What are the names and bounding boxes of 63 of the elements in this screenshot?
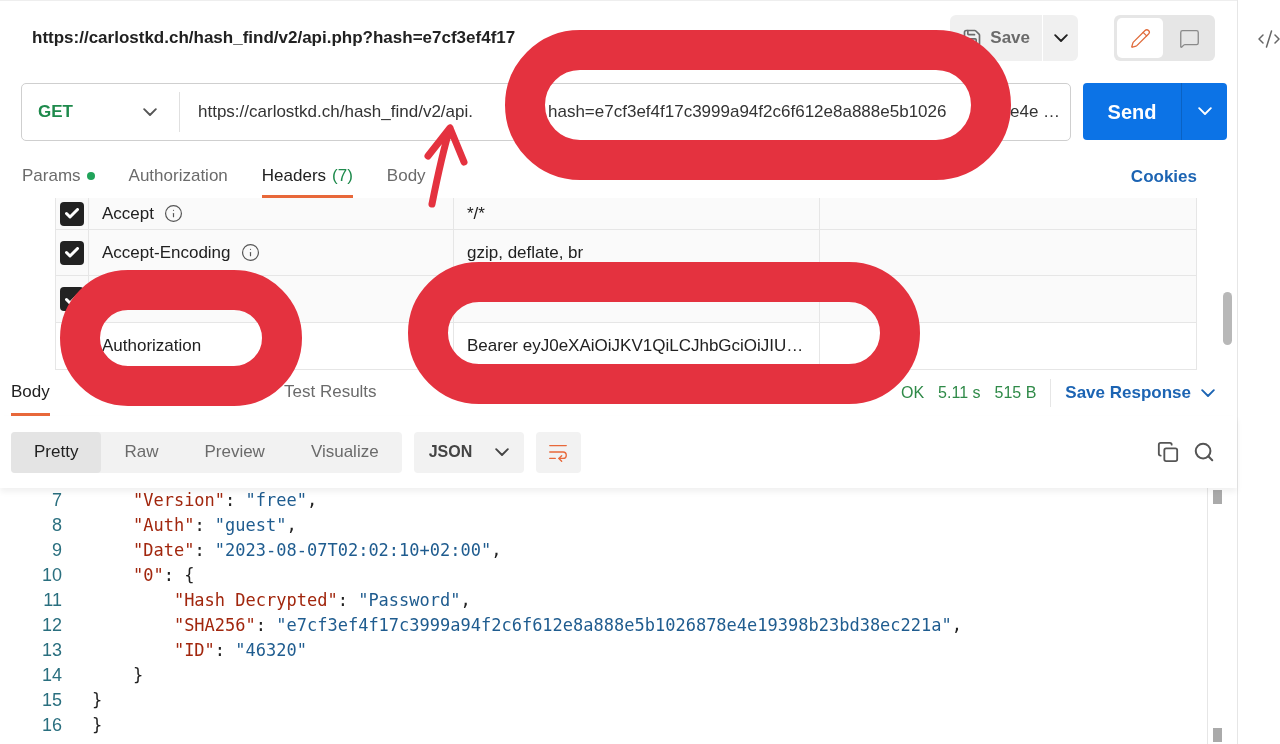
line-number: 10 [40,564,62,587]
header-checkbox[interactable] [60,201,84,226]
line-number: 7 [51,489,62,512]
line-number: 15 [40,689,62,712]
url-input[interactable]: https://carlostkd.ch/hash_find/v2/api. hash=e7cf3ef4f17c3999a94f2c6f612e8a888e5b1026 e4e … [180,99,1070,125]
code-line: } [131,664,144,687]
line-number: 14 [40,664,62,687]
wrap-button[interactable] [535,431,581,473]
format-dropdown[interactable]: JSON [413,431,524,473]
code-line: } [92,689,103,712]
search-icon[interactable] [1193,441,1215,463]
edit-mode-button[interactable] [1117,18,1163,58]
code-icon[interactable] [1257,27,1280,51]
caret-icon [143,107,157,117]
header-checkbox[interactable] [60,240,84,265]
header-key: Authorization [102,333,202,359]
caret-icon [1197,107,1212,116]
header-key: Accept [102,200,154,227]
caret-icon [494,447,509,457]
response-tab[interactable]: Test Results [284,370,377,416]
view-tab[interactable]: Pretty [11,431,102,473]
code-line: "Version": "free", [131,489,318,512]
code-line: "Date": "2023-08-07T02:02:10+02:00", [131,539,502,562]
line-number: 9 [51,539,62,562]
request-title: https://carlostkd.ch/hash_find/v2/api.php?hash=e7cf3ef4f17 [32,27,516,50]
line-number: 16 [40,714,62,737]
copy-icon[interactable] [1157,441,1179,463]
method-dropdown[interactable]: GET [22,92,180,132]
line-number: 12 [40,614,62,637]
scrollbar-thumb[interactable] [1223,292,1232,345]
code-line: "0": { [131,564,195,587]
line-number: 8 [51,514,62,537]
check-icon [65,208,79,219]
pencil-icon [1129,27,1151,49]
line-number: 11 [42,589,62,612]
code-line: "Auth": "guest", [131,514,297,537]
comment-icon [1178,27,1200,49]
time-text: 5.11 s [938,383,981,403]
code-line: "Hash Decrypted": "Password", [172,589,471,612]
url-text: https://carlostkd.ch/hash_find/v2/api. [198,102,473,122]
size-text: 515 B [994,383,1037,403]
code-line: "SHA256": "e7cf3ef4f17c3999a94f2c6f612e8a888e5b1026878e4e19398b23bd38ec221a", [172,614,963,637]
header-value: gzip, deflate, br [467,241,584,264]
line-number: 13 [40,639,62,662]
header-value: */* [467,202,485,225]
view-tab[interactable]: Raw [101,431,182,473]
view-tab[interactable]: Visualize [287,431,402,473]
url-text: e4e … [1010,102,1061,122]
check-icon [65,247,79,258]
code-line: } [92,714,103,737]
request-tab[interactable]: Params [22,156,95,198]
request-tab[interactable]: Authorization [128,156,228,198]
url-text: hash=e7cf3ef4f17c3999a94f2c6f612e8a888e5b1026 [548,102,947,122]
header-value: Bearer eyJ0eXAiOiJKV1QiLCJhbGciOiJIU… [467,335,804,358]
header-key: Accept-Encoding [102,239,231,266]
cookies-link[interactable]: Cookies [1130,156,1197,198]
status-text: OK [900,383,925,403]
caret-icon [1053,33,1068,43]
request-tab[interactable]: Body [386,156,426,198]
view-tab[interactable]: Preview [181,431,288,473]
code-line: "ID": "46320" [172,639,307,662]
caret-icon [1201,388,1215,398]
save-response-button[interactable]: Save Response [1065,380,1215,406]
